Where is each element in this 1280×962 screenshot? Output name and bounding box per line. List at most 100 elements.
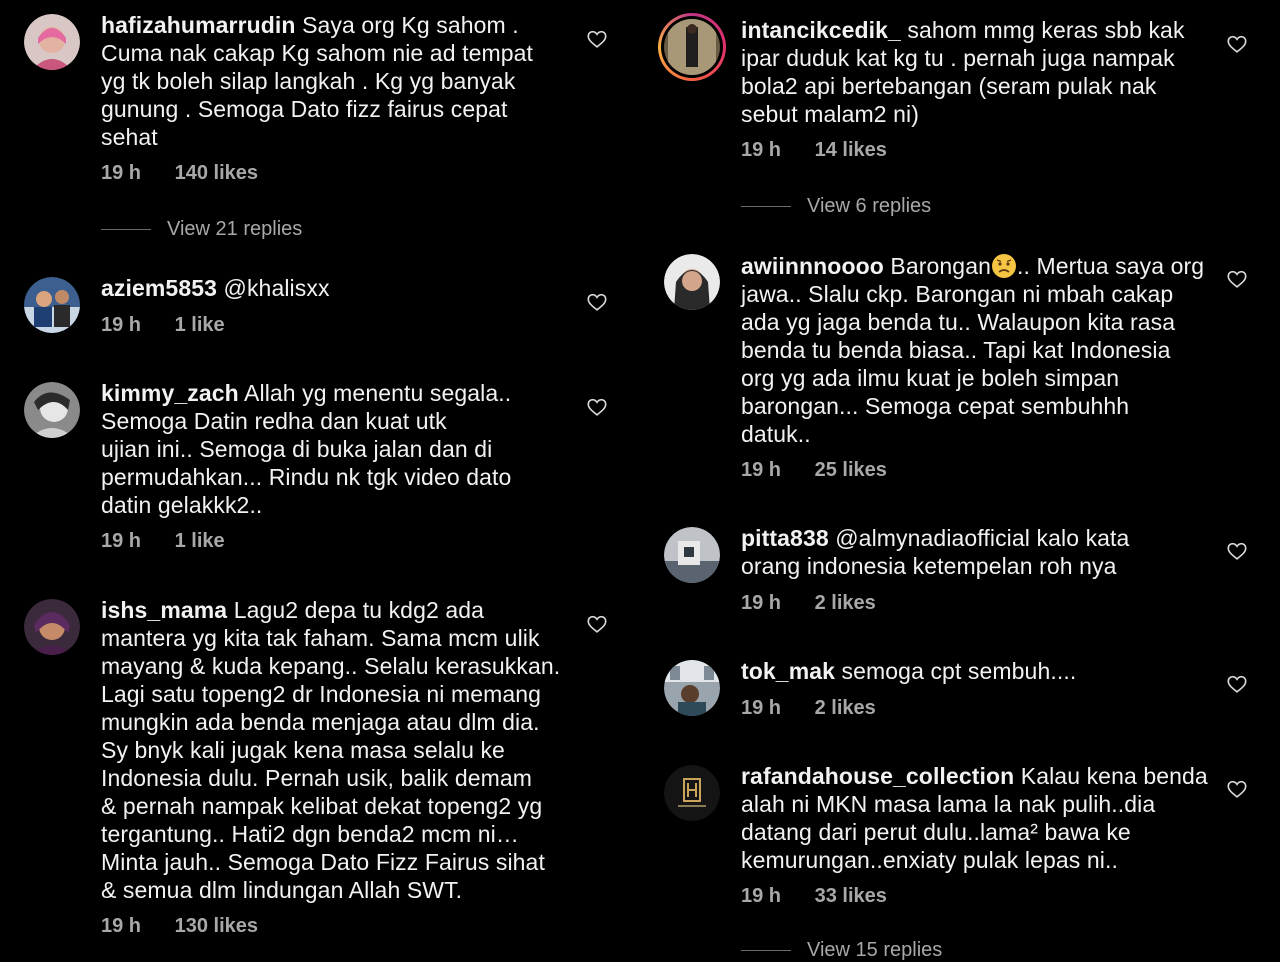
comment-line: tergantung.. Hati2 dgn benda2 mcm ni… xyxy=(101,821,519,847)
comment-text: pitta838 @almynadiaofficial kalo kata or… xyxy=(741,524,1211,580)
comment-line: bola2 api bertebangan (seram pulak nak xyxy=(741,73,1157,99)
avatar-image xyxy=(24,382,80,438)
comment-likes[interactable]: 2 likes xyxy=(815,697,876,719)
comment-time: 19 h xyxy=(741,592,782,614)
heart-outline-icon[interactable] xyxy=(586,291,608,313)
comment-username[interactable]: intancikcedik_ xyxy=(741,17,901,43)
comment-meta: 19 h 130 likes xyxy=(101,915,286,938)
comment-line: mantera yg kita tak faham. Sama mcm ulik xyxy=(101,625,540,651)
comment-line: kemurungan..enxiaty pulak lepas ni.. xyxy=(741,847,1118,873)
comment-likes[interactable]: 25 likes xyxy=(815,459,887,481)
comment-likes[interactable]: 130 likes xyxy=(175,915,258,937)
avatar-image xyxy=(24,599,80,655)
comment-line: Lagu2 depa tu kdg2 ada xyxy=(233,597,485,623)
comment-text: intancikcedik_ sahom mmg keras sbb kak i… xyxy=(741,16,1211,128)
replies-divider xyxy=(741,950,791,952)
comment-meta: 19 h 14 likes xyxy=(741,139,915,162)
comment-likes[interactable]: 1 like xyxy=(175,314,225,336)
comment-time: 19 h xyxy=(741,139,782,161)
comment-username[interactable]: tok_mak xyxy=(741,658,835,684)
avatar-image xyxy=(24,14,80,70)
comment-line: semoga cpt sembuh.... xyxy=(841,658,1077,684)
avatar[interactable] xyxy=(24,14,80,70)
avatar[interactable] xyxy=(664,660,720,716)
avatar[interactable] xyxy=(664,527,720,583)
heart-outline-icon[interactable] xyxy=(586,28,608,50)
comment-line: ada yg jaga benda tu.. Walaupon kita ras… xyxy=(741,309,1176,335)
comment-likes[interactable]: 1 like xyxy=(175,530,225,552)
comment-username[interactable]: awiinnnoooo xyxy=(741,253,884,279)
comment-line: Indonesia dulu. Pernah usik, balik demam xyxy=(101,765,533,791)
comment-likes[interactable]: 14 likes xyxy=(815,139,887,161)
comment-line: Sy bnyk kali jugak kena masa selalu ke xyxy=(101,737,505,763)
comment-time: 19 h xyxy=(741,697,782,719)
comment-meta: 19 h 2 likes xyxy=(741,592,904,615)
comment-meta: 19 h 2 likes xyxy=(741,697,904,720)
comment-line: sehat xyxy=(101,124,158,150)
avatar[interactable] xyxy=(664,254,720,310)
comment-text: ishs_mama Lagu2 depa tu kdg2 ada mantera… xyxy=(101,596,571,904)
comment-username[interactable]: aziem5853 xyxy=(101,275,217,301)
replies-divider xyxy=(101,229,151,231)
view-replies-label: View 6 replies xyxy=(807,195,932,217)
comment-line: orang indonesia ketempelan roh nya xyxy=(741,553,1117,579)
comment-text: aziem5853 @khalisxx xyxy=(101,274,571,302)
comment-meta: 19 h 33 likes xyxy=(741,885,915,908)
comment-username[interactable]: hafizahumarrudin xyxy=(101,12,296,38)
comments-column-left: hafizahumarrudin Saya org Kg sahom . Cum… xyxy=(0,0,640,960)
avatar[interactable] xyxy=(24,277,80,333)
comment-likes[interactable]: 33 likes xyxy=(815,885,887,907)
avatar[interactable] xyxy=(658,13,726,81)
avatar-image xyxy=(24,277,80,333)
comment-line: yg tk boleh silap langkah . Kg yg banyak xyxy=(101,68,516,94)
comment-line: Minta jauh.. Semoga Dato Fizz Fairus sih… xyxy=(101,849,545,875)
comment-username[interactable]: kimmy_zach xyxy=(101,380,239,406)
comment-meta: 19 h 1 like xyxy=(101,530,253,553)
heart-outline-icon[interactable] xyxy=(586,613,608,635)
heart-outline-icon[interactable] xyxy=(1226,33,1248,55)
comment-meta: 19 h 140 likes xyxy=(101,162,286,185)
heart-outline-icon[interactable] xyxy=(1226,540,1248,562)
avatar[interactable] xyxy=(24,599,80,655)
comment-line: datin gelakkk2.. xyxy=(101,492,263,518)
heart-outline-icon[interactable] xyxy=(1226,673,1248,695)
comment-line: datang dari perut dulu..lama² bawa ke xyxy=(741,819,1131,845)
comment-line: barongan... Semoga cepat sembuhhh xyxy=(741,393,1130,419)
comments-column-right: intancikcedik_ sahom mmg keras sbb kak i… xyxy=(640,0,1280,962)
comment-line: jawa.. Slalu ckp. Barongan ni mbah cakap xyxy=(741,281,1174,307)
comment-username[interactable]: rafandahouse_collection xyxy=(741,763,1014,789)
view-replies-button[interactable]: View 21 replies xyxy=(101,218,302,241)
comment-likes[interactable]: 140 likes xyxy=(175,162,258,184)
avatar-image xyxy=(664,19,720,75)
view-replies-button[interactable]: View 6 replies xyxy=(741,195,931,218)
heart-outline-icon[interactable] xyxy=(1226,778,1248,800)
avatar[interactable] xyxy=(664,765,720,821)
comment-meta: 19 h 1 like xyxy=(101,314,253,337)
comment-line: Semoga Datin redha dan kuat utk xyxy=(101,408,447,434)
comment-time: 19 h xyxy=(741,885,782,907)
comment-line: & pernah nampak kelibat dekat topeng2 yg xyxy=(101,793,543,819)
comment-line: Cuma nak cakap Kg sahom nie ad tempat xyxy=(101,40,533,66)
comment-line: Saya org Kg sahom . xyxy=(302,12,519,38)
comment-text: tok_mak semoga cpt sembuh.... xyxy=(741,657,1211,685)
avatar[interactable] xyxy=(24,382,80,438)
comment-text: hafizahumarrudin Saya org Kg sahom . Cum… xyxy=(101,11,571,151)
comment-likes[interactable]: 2 likes xyxy=(815,592,876,614)
heart-outline-icon[interactable] xyxy=(1226,268,1248,290)
comment-username[interactable]: ishs_mama xyxy=(101,597,227,623)
heart-outline-icon[interactable] xyxy=(586,396,608,418)
comment-time: 19 h xyxy=(741,459,782,481)
comment-line: Barongan xyxy=(890,253,991,279)
comment-line: benda tu benda biasa.. Tapi kat Indonesi… xyxy=(741,337,1171,363)
comment-username[interactable]: pitta838 xyxy=(741,525,829,551)
comment-line: Kalau kena benda xyxy=(1020,763,1208,789)
view-replies-button[interactable]: View 15 replies xyxy=(741,939,942,962)
view-replies-label: View 15 replies xyxy=(807,939,943,961)
comment-line: mayang & kuda kepang.. Selalu kerasukkan… xyxy=(101,653,561,679)
comment-meta: 19 h 25 likes xyxy=(741,459,915,482)
comment-line: alah ni MKN masa lama la nak pulih..dia xyxy=(741,791,1156,817)
comment-line: mungkin ada benda menjaga atau dlm dia. xyxy=(101,709,540,735)
comment-line: ipar duduk kat kg tu . pernah juga nampa… xyxy=(741,45,1175,71)
comment-line: .. Mertua saya org xyxy=(1016,253,1205,279)
avatar-image xyxy=(664,254,720,310)
